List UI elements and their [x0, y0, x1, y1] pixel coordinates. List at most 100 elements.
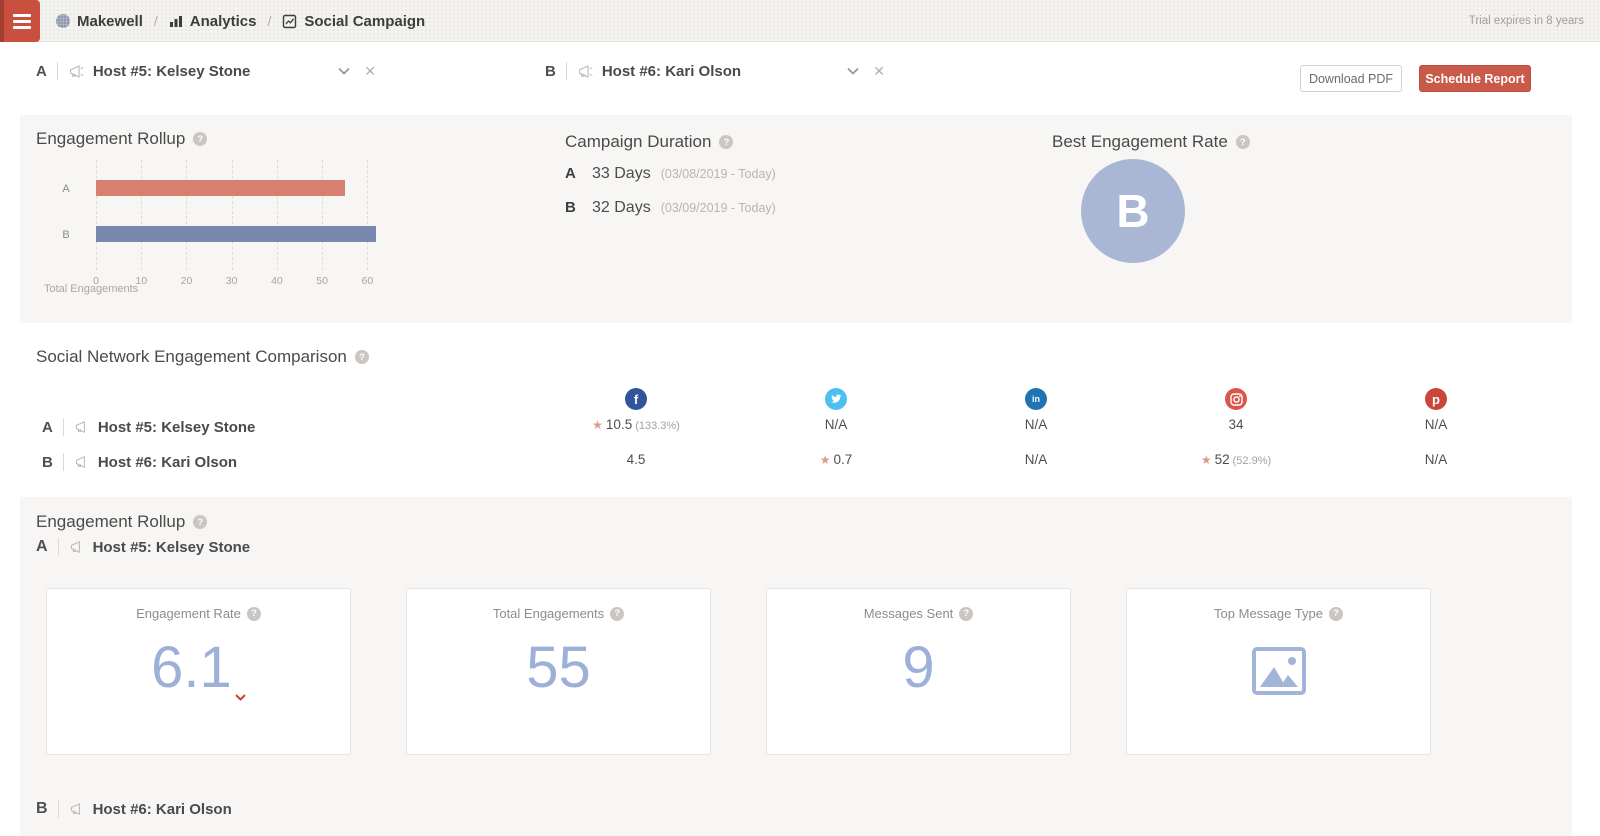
variant-letter: B	[36, 800, 48, 818]
image-message-type-icon	[1252, 647, 1306, 700]
comparison-host-name: Host #5: Kelsey Stone	[98, 419, 256, 436]
breadcrumb-label: Analytics	[190, 13, 257, 30]
top-message-type-card: Top Message Type ?	[1126, 588, 1431, 755]
comparison-host-name: Host #6: Kari Olson	[98, 454, 237, 471]
divider	[63, 418, 64, 436]
card-label: Total Engagements ?	[407, 606, 710, 621]
trial-expiry-note: Trial expires in 8 years	[1469, 0, 1584, 42]
top-performer-star-icon: ★	[820, 453, 831, 467]
divider	[63, 453, 64, 471]
variant-letter: A	[36, 63, 47, 80]
chevron-down-icon[interactable]	[843, 63, 863, 79]
gridline	[141, 160, 142, 270]
breadcrumb-analytics[interactable]: Analytics	[169, 13, 257, 30]
host-name: Host #5: Kelsey Stone	[93, 539, 251, 556]
card-value: 6.1	[47, 639, 350, 711]
variant-letter: B	[545, 63, 556, 80]
x-tick-label: 40	[271, 275, 283, 287]
x-tick-label: 60	[362, 275, 374, 287]
card-label: Engagement Rate ?	[47, 606, 350, 621]
best-engagement-winner-badge: B	[1081, 159, 1185, 263]
metric-cell: ★10.5(133.3%)	[536, 417, 736, 432]
breadcrumb-makewell[interactable]: Makewell	[56, 13, 143, 30]
variant-letter: B	[565, 199, 592, 216]
host-a-heading: A Host #5: Kelsey Stone	[36, 535, 250, 559]
social-campaign-report: Makewell / Analytics / Social Campaign T…	[0, 0, 1600, 836]
close-icon[interactable]: ✕	[364, 63, 376, 80]
trend-down-icon	[235, 653, 246, 711]
breadcrumb-social-campaign[interactable]: Social Campaign	[282, 13, 425, 30]
help-icon[interactable]: ?	[959, 607, 973, 621]
x-axis-title: Total Engagements	[44, 283, 138, 295]
pinterest-icon: p	[1425, 388, 1447, 410]
megaphone-icon	[577, 63, 594, 80]
megaphone-icon	[74, 419, 90, 435]
engagement-rollup-title: Engagement Rollup ?	[36, 129, 207, 149]
breadcrumb: Makewell / Analytics / Social Campaign	[56, 0, 425, 42]
engagement-rollup-title: Engagement Rollup ?	[36, 512, 207, 532]
duration-range: (03/09/2019 - Today)	[661, 201, 776, 215]
gridline	[367, 160, 368, 270]
top-bar: Makewell / Analytics / Social Campaign T…	[0, 0, 1600, 42]
host-rollup-panel: Engagement Rollup ? A Host #5: Kelsey St…	[20, 497, 1572, 836]
metric-cell: 4.5	[536, 452, 736, 467]
schedule-report-button[interactable]: Schedule Report	[1419, 65, 1531, 92]
linkedin-icon: in	[1025, 388, 1047, 410]
bar-chart-icon	[169, 14, 183, 28]
metric-cell: N/A	[936, 452, 1136, 467]
metric-cell: N/A	[1336, 452, 1536, 467]
card-label: Top Message Type ?	[1127, 606, 1430, 621]
duration-row-a: A 33 Days (03/08/2019 - Today)	[565, 165, 776, 183]
help-icon[interactable]: ?	[1236, 135, 1250, 149]
help-icon[interactable]: ?	[247, 607, 261, 621]
gridline	[232, 160, 233, 270]
duration-row-b: B 32 Days (03/09/2019 - Today)	[565, 199, 776, 217]
help-icon[interactable]: ?	[719, 135, 733, 149]
host-b-heading: B Host #6: Kari Olson	[36, 797, 232, 821]
megaphone-icon	[68, 63, 85, 80]
help-icon[interactable]: ?	[1329, 607, 1343, 621]
total-engagements-card: Total Engagements ? 55	[406, 588, 711, 755]
duration-days: 33 Days	[592, 165, 651, 183]
metric-cell: N/A	[736, 417, 936, 432]
help-icon[interactable]: ?	[193, 132, 207, 146]
bar-b	[96, 226, 376, 242]
divider	[58, 800, 59, 818]
megaphone-icon	[69, 539, 85, 555]
help-icon[interactable]: ?	[193, 515, 207, 529]
close-icon[interactable]: ✕	[873, 63, 885, 80]
hamburger-menu-button[interactable]	[0, 0, 40, 42]
breadcrumb-label: Social Campaign	[304, 13, 425, 30]
breadcrumb-label: Makewell	[77, 13, 143, 30]
twitter-icon	[825, 388, 847, 410]
selected-campaign-name[interactable]: Host #5: Kelsey Stone	[93, 63, 251, 80]
top-performer-star-icon: ★	[1201, 453, 1212, 467]
megaphone-icon	[69, 801, 85, 817]
account-globe-icon	[56, 14, 70, 28]
card-value: 55	[407, 639, 710, 697]
best-engagement-rate-title: Best Engagement Rate ?	[1052, 132, 1250, 152]
y-axis-label-a: A	[56, 183, 76, 195]
instagram-icon	[1225, 388, 1247, 410]
x-tick-label: 20	[181, 275, 193, 287]
divider	[57, 62, 58, 80]
gridline	[186, 160, 187, 270]
comparison-title: Social Network Engagement Comparison ?	[36, 347, 369, 367]
duration-range: (03/08/2019 - Today)	[661, 167, 776, 181]
bar-a	[96, 180, 345, 196]
help-icon[interactable]: ?	[610, 607, 624, 621]
help-icon[interactable]: ?	[355, 350, 369, 364]
rollup-chart-plot	[96, 160, 390, 270]
messages-sent-card: Messages Sent ? 9	[766, 588, 1071, 755]
metric-cell: ★52(52.9%)	[1136, 452, 1336, 467]
host-name: Host #6: Kari Olson	[93, 801, 232, 818]
megaphone-icon	[74, 454, 90, 470]
variant-letter: B	[42, 454, 53, 471]
metric-cell: N/A	[936, 417, 1136, 432]
facebook-icon: f	[625, 388, 647, 410]
download-pdf-button[interactable]: Download PDF	[1300, 65, 1402, 92]
comparison-row-label-b: B Host #6: Kari Olson	[42, 452, 237, 472]
chevron-down-icon[interactable]	[334, 63, 354, 79]
metric-cell: N/A	[1336, 417, 1536, 432]
selected-campaign-name[interactable]: Host #6: Kari Olson	[602, 63, 741, 80]
